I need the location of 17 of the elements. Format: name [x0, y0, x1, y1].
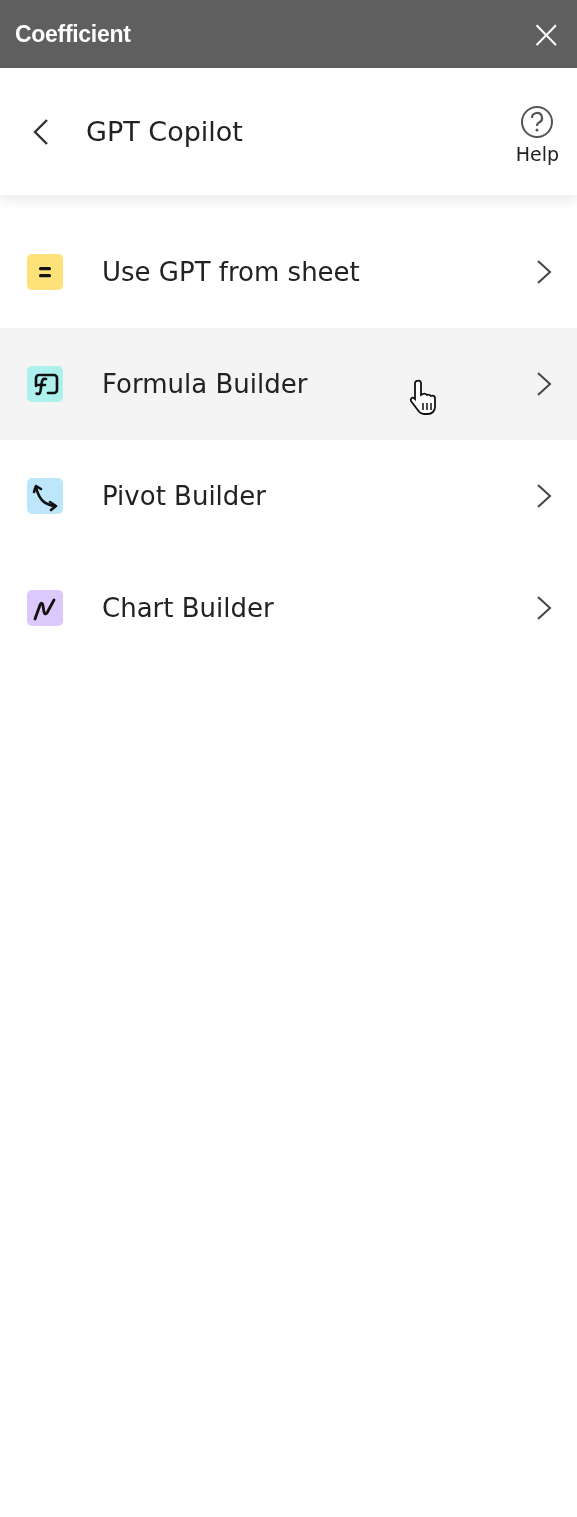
- page-title: GPT Copilot: [86, 116, 244, 147]
- chevron-right-icon: [536, 371, 552, 397]
- menu-item-label: Use GPT from sheet: [102, 257, 360, 287]
- menu-item-label: Pivot Builder: [102, 481, 267, 511]
- menu-item[interactable]: Chart Builder: [0, 552, 577, 664]
- menu-item-label: Formula Builder: [102, 369, 308, 399]
- close-button[interactable]: ×: [525, 14, 567, 54]
- menu-item[interactable]: Use GPT from sheet: [0, 216, 577, 328]
- window-title: Coefficient: [15, 20, 131, 48]
- chevron-right-icon: [536, 595, 552, 621]
- menu-item[interactable]: Formula Builder: [0, 328, 577, 440]
- chevron-right-icon: [536, 483, 552, 509]
- help-icon: [520, 104, 555, 139]
- help-button[interactable]: Help: [515, 104, 559, 165]
- menu-item-label: Chart Builder: [102, 593, 274, 623]
- chevron-right-icon: [536, 259, 552, 285]
- menu-item[interactable]: Pivot Builder: [0, 440, 577, 552]
